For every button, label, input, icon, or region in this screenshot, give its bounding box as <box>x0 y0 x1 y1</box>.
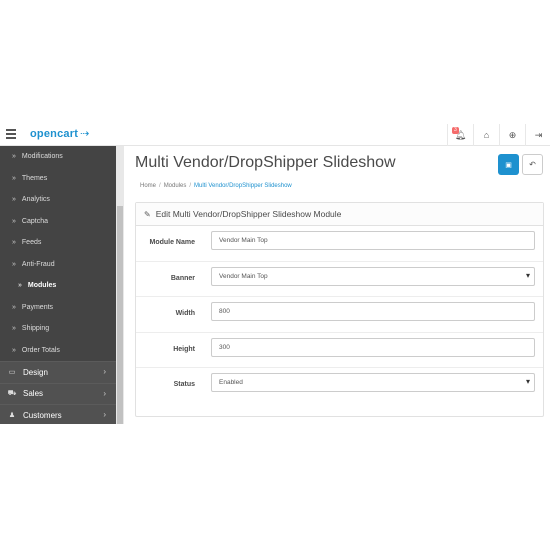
chevron-right-icon: › <box>103 367 106 376</box>
breadcrumb: Home / Modules / Multi Vendor/DropShipper Sl… <box>140 183 292 189</box>
back-button[interactable]: ↶ <box>522 154 543 175</box>
panel-title: Edit Multi Vendor/DropShipper Slideshow … <box>155 209 342 219</box>
sidebar-item-customers[interactable]: ♟ Customers › <box>0 404 124 424</box>
sidebar-item-label: Modifications <box>21 153 63 161</box>
panel-heading: ✎ Edit Multi Vendor/DropShipper Slidesho… <box>136 203 543 226</box>
sidebar-item-label: Design <box>23 367 48 377</box>
chevron-right-icon: » <box>12 239 16 247</box>
monitor-icon: ▭ <box>8 369 16 377</box>
sidebar-item-label: Order Totals <box>21 346 60 354</box>
chevron-right-icon: › <box>103 388 106 398</box>
sidebar-item-analytics[interactable]: » Analytics <box>0 189 124 211</box>
chevron-right-icon: » <box>12 303 16 311</box>
save-icon: ▣ <box>505 161 512 169</box>
sidebar-item-label: Captcha <box>21 217 48 225</box>
sidebar-item-design[interactable]: ▭ Design › <box>0 361 124 383</box>
app-window: opencart ⇢ 3 🔔︎ ⌂ ⊕ ⇥ » Modifications » The… <box>0 124 550 424</box>
sidebar-item-label: Anti-Fraud <box>21 260 55 268</box>
sidebar-item-captcha[interactable]: » Captcha <box>0 210 124 232</box>
help-icon: ⊕ <box>508 129 517 140</box>
cart-logo-icon: ⇢ <box>80 128 90 140</box>
chevron-right-icon: › <box>103 410 106 419</box>
sidebar-item-label: Analytics <box>21 196 50 204</box>
sidebar-item-payments[interactable]: » Payments <box>0 296 124 318</box>
sidebar-item-order-totals[interactable]: » Order Totals <box>0 339 124 361</box>
module-name-input[interactable]: Vendor Main Top <box>211 231 535 250</box>
sidebar-item-anti-fraud[interactable]: » Anti-Fraud <box>0 253 124 275</box>
sidebar: » Modifications » Themes » Analytics » Captc… <box>0 146 124 424</box>
banner-label: Banner <box>170 274 195 282</box>
breadcrumb-separator: / <box>189 183 192 189</box>
user-icon: ♟ <box>8 412 16 420</box>
chevron-right-icon: » <box>18 282 22 290</box>
chevron-right-icon: » <box>12 260 16 268</box>
sidebar-scrollbar[interactable] <box>116 146 124 424</box>
form-row-banner: Banner Vendor Main Top <box>136 262 543 297</box>
banner-select[interactable]: Vendor Main Top <box>211 266 535 286</box>
sidebar-item-sales[interactable]: ⛟ Sales › <box>0 382 124 404</box>
edit-module-panel: ✎ Edit Multi Vendor/DropShipper Slidesho… <box>135 202 544 417</box>
logo-text: opencart <box>30 128 79 140</box>
height-label: Height <box>173 345 195 353</box>
breadcrumb-home[interactable]: Home <box>140 183 156 189</box>
top-header: opencart ⇢ 3 🔔︎ ⌂ ⊕ ⇥ <box>0 124 550 146</box>
form-row-height: Height 300 <box>136 333 543 368</box>
width-label: Width <box>175 310 195 317</box>
page-title: Multi Vendor/DropShipper Slideshow <box>135 154 396 171</box>
status-label: Status <box>173 381 195 388</box>
home-icon: ⌂ <box>483 130 490 140</box>
sidebar-item-label: Themes <box>21 174 48 182</box>
form-row-status: Status Enabled <box>136 368 543 404</box>
main-content: Multi Vendor/DropShipper Slideshow ▣ ↶ H… <box>124 146 550 424</box>
sidebar-item-label: Customers <box>23 410 62 420</box>
sidebar-item-modules[interactable]: » Modules <box>0 275 124 297</box>
sidebar-item-feeds[interactable]: » Feeds <box>0 232 124 254</box>
sidebar-item-themes[interactable]: » Themes <box>0 167 124 189</box>
chevron-right-icon: » <box>12 153 16 161</box>
chevron-right-icon: » <box>12 325 16 333</box>
chevron-right-icon: » <box>12 346 16 354</box>
width-input[interactable]: 800 <box>211 302 535 321</box>
chevron-right-icon: » <box>12 174 16 182</box>
sidebar-item-label: Shipping <box>21 325 50 333</box>
menu-toggle-icon[interactable] <box>6 129 16 139</box>
scrollbar-thumb[interactable] <box>117 206 123 424</box>
pencil-icon: ✎ <box>144 209 151 219</box>
sidebar-item-label: Sales <box>23 389 44 399</box>
height-input[interactable]: 300 <box>211 337 535 357</box>
breadcrumb-current[interactable]: Multi Vendor/DropShipper Slideshow <box>194 183 292 189</box>
sidebar-item-shipping[interactable]: » Shipping <box>0 318 124 340</box>
logout-button[interactable]: ⇥ <box>525 124 550 146</box>
breadcrumb-modules[interactable]: Modules <box>164 183 187 189</box>
home-button[interactable]: ⌂ <box>473 124 499 146</box>
form-row-width: Width 800 <box>136 297 543 333</box>
form-row-module-name: Module Name Vendor Main Top <box>136 226 543 262</box>
logout-icon: ⇥ <box>534 129 543 140</box>
save-button[interactable]: ▣ <box>498 154 519 175</box>
notifications-button[interactable]: 3 🔔︎ <box>447 124 473 146</box>
sidebar-item-label: Modules <box>27 282 57 290</box>
chevron-right-icon: » <box>12 217 16 225</box>
opencart-logo[interactable]: opencart ⇢ <box>30 127 89 140</box>
help-button[interactable]: ⊕ <box>499 124 525 146</box>
chevron-right-icon: » <box>12 196 16 204</box>
notification-badge: 3 <box>452 127 459 134</box>
cart-icon: ⛟ <box>7 390 17 398</box>
status-select[interactable]: Enabled <box>211 373 535 392</box>
reply-icon: ↶ <box>529 160 536 169</box>
module-name-label: Module Name <box>149 239 195 246</box>
sidebar-item-label: Payments <box>21 303 54 311</box>
sidebar-item-label: Feeds <box>21 239 42 247</box>
breadcrumb-separator: / <box>159 183 161 189</box>
sidebar-item-modifications[interactable]: » Modifications <box>0 146 124 168</box>
